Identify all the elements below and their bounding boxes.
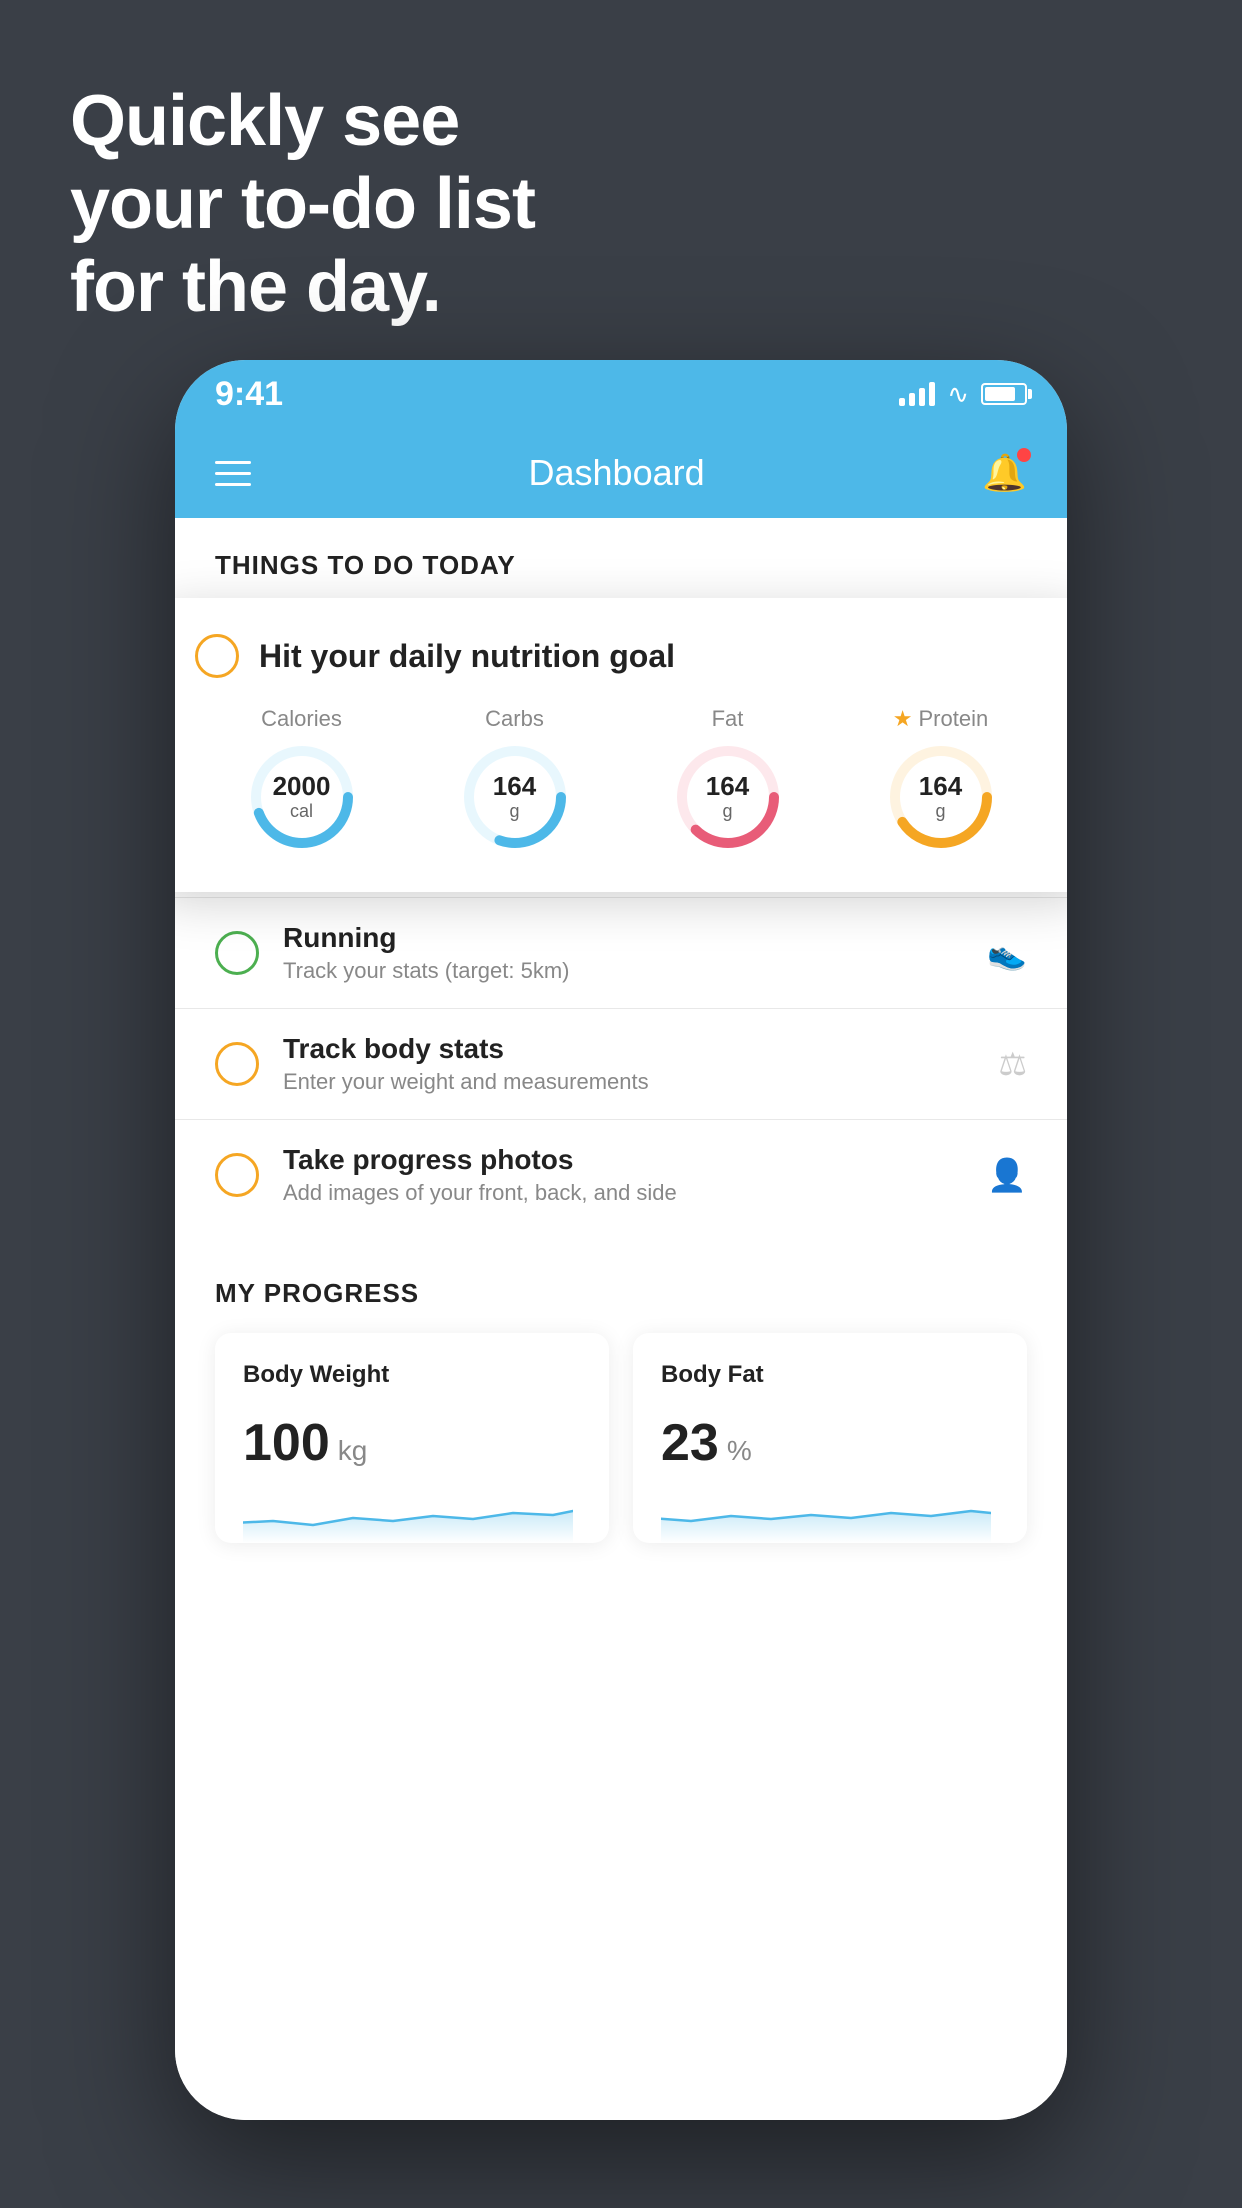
body-fat-chart <box>661 1493 999 1543</box>
headline: Quickly see your to-do list for the day. <box>70 80 535 328</box>
hamburger-line <box>215 461 251 464</box>
fat-ring-container: 164 g <box>673 742 783 852</box>
todo-item-photos[interactable]: Take progress photos Add images of your … <box>175 1119 1067 1230</box>
nutrition-checkbox[interactable] <box>195 634 239 678</box>
headline-line2: your to-do list <box>70 163 535 246</box>
carbs-unit: g <box>493 801 536 822</box>
protein-label: ★ Protein <box>893 706 988 732</box>
notification-dot <box>1017 448 1031 462</box>
carbs-ring-container: 164 g <box>460 742 570 852</box>
status-time: 9:41 <box>215 375 283 414</box>
protein-value-container: 164 g <box>919 772 962 822</box>
photos-checkbox[interactable] <box>215 1153 259 1197</box>
headline-line3: for the day. <box>70 246 535 329</box>
nutrition-card: Hit your daily nutrition goal Calories 2… <box>175 598 1067 892</box>
notification-bell-icon[interactable]: 🔔 <box>982 452 1027 494</box>
battery-icon <box>981 383 1027 405</box>
fat-label: Fat <box>712 706 744 732</box>
running-title: Running <box>283 922 963 954</box>
phone-content: THINGS TO DO TODAY Hit your daily nutrit… <box>175 518 1067 2120</box>
hamburger-line <box>215 472 251 475</box>
header-title: Dashboard <box>529 452 705 494</box>
carbs-ring: Carbs 164 g <box>460 706 570 852</box>
nutrition-rings: Calories 2000 cal Carbs <box>195 706 1047 852</box>
headline-line1: Quickly see <box>70 80 535 163</box>
protein-ring-container: 164 g <box>886 742 996 852</box>
protein-value: 164 <box>919 772 962 801</box>
body-weight-title: Body Weight <box>243 1361 581 1389</box>
nutrition-card-title: Hit your daily nutrition goal <box>259 638 675 675</box>
wifi-icon: ∿ <box>947 379 969 410</box>
todo-item-body-stats[interactable]: Track body stats Enter your weight and m… <box>175 1008 1067 1119</box>
todo-list: Running Track your stats (target: 5km) 👟… <box>175 897 1067 1230</box>
signal-bars-icon <box>899 382 935 406</box>
body-weight-chart <box>243 1493 581 1543</box>
running-checkbox[interactable] <box>215 931 259 975</box>
body-fat-title: Body Fat <box>661 1361 999 1389</box>
running-text: Running Track your stats (target: 5km) <box>283 922 963 984</box>
photos-title: Take progress photos <box>283 1144 963 1176</box>
body-stats-text: Track body stats Enter your weight and m… <box>283 1033 974 1095</box>
body-fat-card: Body Fat 23 % <box>633 1333 1027 1543</box>
shoe-icon: 👟 <box>987 934 1027 972</box>
things-to-do-header: THINGS TO DO TODAY <box>175 518 1067 597</box>
photos-subtitle: Add images of your front, back, and side <box>283 1180 963 1206</box>
person-icon: 👤 <box>987 1156 1027 1194</box>
running-subtitle: Track your stats (target: 5km) <box>283 958 963 984</box>
protein-ring: ★ Protein 164 g <box>886 706 996 852</box>
phone-frame: 9:41 ∿ Dashboard 🔔 THI <box>175 360 1067 2120</box>
progress-section: MY PROGRESS Body Weight 100 kg <box>175 1230 1067 1543</box>
progress-cards: Body Weight 100 kg <box>215 1333 1027 1543</box>
calories-unit: cal <box>273 801 331 822</box>
carbs-label: Carbs <box>485 706 544 732</box>
status-icons: ∿ <box>899 379 1027 410</box>
hamburger-line <box>215 483 251 486</box>
body-stats-checkbox[interactable] <box>215 1042 259 1086</box>
body-stats-title: Track body stats <box>283 1033 974 1065</box>
body-fat-unit: % <box>727 1435 752 1467</box>
body-weight-number: 100 <box>243 1413 330 1473</box>
todo-item-running[interactable]: Running Track your stats (target: 5km) 👟 <box>175 897 1067 1008</box>
fat-value-container: 164 g <box>706 772 749 822</box>
body-weight-value-container: 100 kg <box>243 1413 581 1473</box>
app-header: Dashboard 🔔 <box>175 428 1067 518</box>
carbs-value: 164 <box>493 772 536 801</box>
body-weight-unit: kg <box>338 1435 368 1467</box>
body-stats-subtitle: Enter your weight and measurements <box>283 1069 974 1095</box>
carbs-value-container: 164 g <box>493 772 536 822</box>
status-bar: 9:41 ∿ <box>175 360 1067 428</box>
calories-ring: Calories 2000 cal <box>247 706 357 852</box>
hamburger-menu[interactable] <box>215 461 251 486</box>
progress-header: MY PROGRESS <box>215 1278 1027 1309</box>
scale-icon: ⚖ <box>998 1045 1027 1083</box>
fat-value: 164 <box>706 772 749 801</box>
calories-ring-container: 2000 cal <box>247 742 357 852</box>
star-icon: ★ <box>893 706 913 732</box>
calories-value: 2000 <box>273 772 331 801</box>
nutrition-card-header: Hit your daily nutrition goal <box>195 634 1047 678</box>
body-weight-card: Body Weight 100 kg <box>215 1333 609 1543</box>
protein-unit: g <box>919 801 962 822</box>
calories-value-container: 2000 cal <box>273 772 331 822</box>
fat-unit: g <box>706 801 749 822</box>
body-fat-value-container: 23 % <box>661 1413 999 1473</box>
calories-label: Calories <box>261 706 342 732</box>
photos-text: Take progress photos Add images of your … <box>283 1144 963 1206</box>
body-fat-number: 23 <box>661 1413 719 1473</box>
fat-ring: Fat 164 g <box>673 706 783 852</box>
